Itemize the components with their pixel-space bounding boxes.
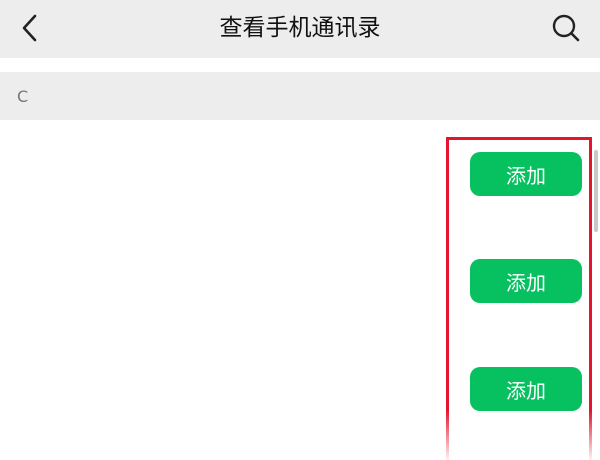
add-contact-button[interactable]: 添加 [470,367,582,411]
phone-contacts-screen: 查看手机通讯录 C 添加 添加 添加 [0,0,600,460]
section-index-letter: C [17,87,29,106]
header-spacer [0,58,600,72]
add-contact-button[interactable]: 添加 [470,152,582,196]
nav-bar: 查看手机通讯录 [0,0,600,58]
search-icon [552,14,580,42]
back-button[interactable] [10,6,50,50]
page-title: 查看手机通讯录 [219,15,381,41]
chevron-left-icon [22,14,37,42]
section-header: C [0,72,600,120]
search-button[interactable] [544,6,588,50]
add-contact-button[interactable]: 添加 [470,259,582,303]
scrollbar[interactable] [594,150,598,232]
